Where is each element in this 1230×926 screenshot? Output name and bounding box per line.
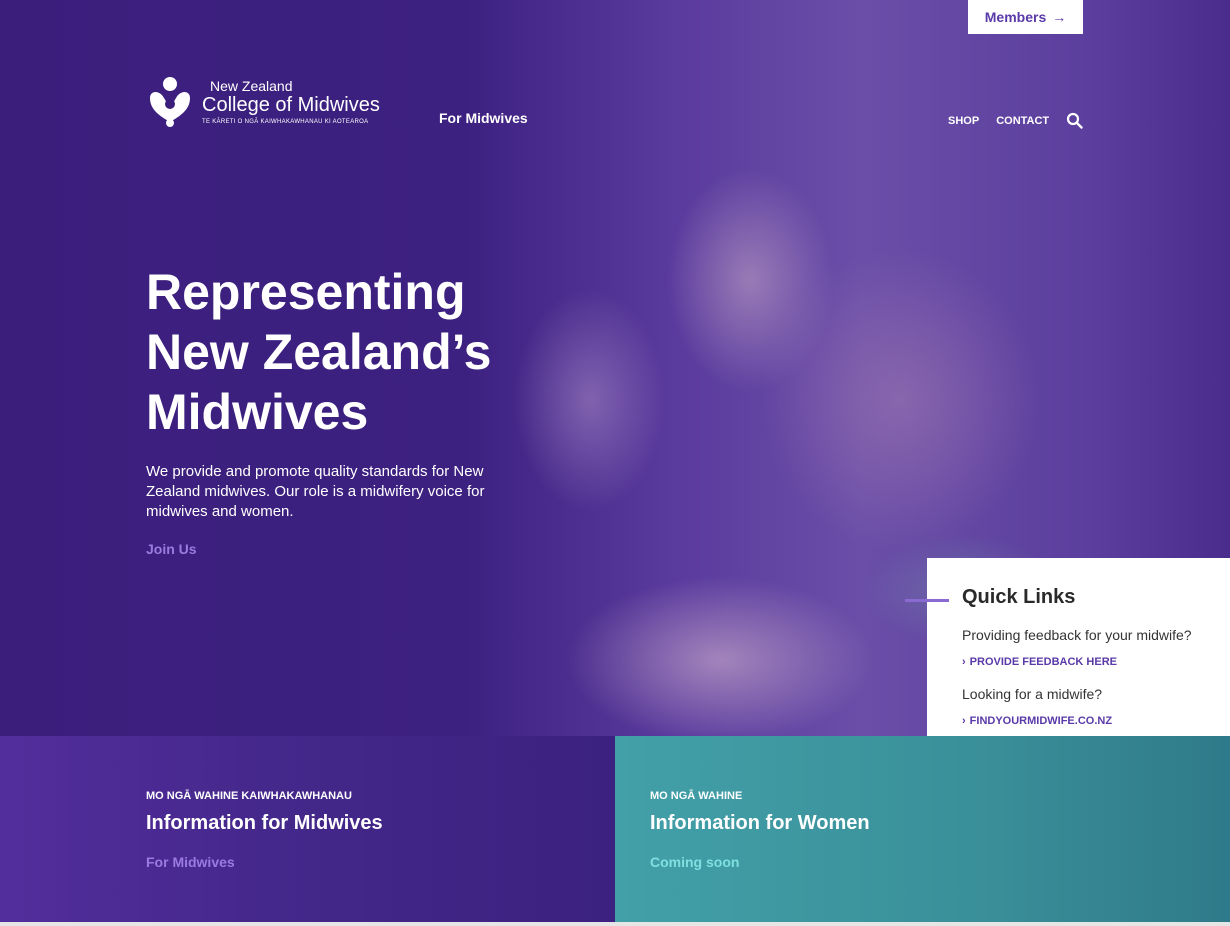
find-your-midwife-link[interactable]: › FINDYOURMIDWIFE.CO.NZ xyxy=(962,715,1230,727)
for-midwives-link[interactable]: For Midwives xyxy=(146,854,235,870)
coming-soon-link[interactable]: Coming soon xyxy=(650,854,739,870)
logo-text: New Zealand College of Midwives TE KĀRET… xyxy=(202,79,380,125)
quick-link-label: PROVIDE FEEDBACK HERE xyxy=(969,656,1117,668)
panel-kicker: MO NGĀ WAHINE xyxy=(650,790,743,802)
quick-link-label: FINDYOURMIDWIFE.CO.NZ xyxy=(969,715,1113,727)
provide-feedback-link[interactable]: › PROVIDE FEEDBACK HERE xyxy=(962,656,1230,668)
panel-heading: Information for Women xyxy=(650,812,870,834)
logo-mark-icon xyxy=(146,76,194,128)
arrow-right-icon: → xyxy=(1052,9,1067,25)
quick-links-dash xyxy=(905,599,949,602)
logo-line-3: TE KĀRETI O NGĀ KAIWHAKAWHANAU KI AOTEAR… xyxy=(202,119,369,125)
quick-links-question: Looking for a midwife? xyxy=(962,686,1103,702)
logo-line-1: New Zealand xyxy=(210,78,293,94)
search-icon[interactable] xyxy=(1066,112,1083,129)
panel-heading: Information for Midwives xyxy=(146,812,383,834)
members-button[interactable]: Members → xyxy=(968,0,1083,34)
chevron-right-icon: › xyxy=(962,656,966,668)
quick-links-question: Providing feedback for your midwife? xyxy=(962,627,1192,643)
quick-links-title: Quick Links xyxy=(962,586,1076,608)
logo-line-2: College of Midwives xyxy=(202,94,380,116)
nav-for-midwives[interactable]: For Midwives xyxy=(439,110,528,126)
join-us-link[interactable]: Join Us xyxy=(146,541,197,557)
hero-title-line-3: Midwives xyxy=(146,384,369,440)
bottom-divider xyxy=(0,922,1230,926)
top-nav: SHOP CONTACT xyxy=(948,112,1083,129)
hero-title-line-2: New Zealand’s xyxy=(146,324,492,380)
hero-title: Representing New Zealand’s Midwives xyxy=(146,262,566,442)
women-panel: MO NGĀ WAHINE Information for Women Comi… xyxy=(615,736,1230,926)
nav-shop[interactable]: SHOP xyxy=(948,115,979,127)
site-logo[interactable]: New Zealand College of Midwives TE KĀRET… xyxy=(146,74,396,130)
chevron-right-icon: › xyxy=(962,715,966,727)
panel-kicker: MO NGĀ WAHINE KAIWHAKAWHANAU xyxy=(146,790,352,802)
nav-contact[interactable]: CONTACT xyxy=(996,115,1049,127)
hero-description: We provide and promote quality standards… xyxy=(146,463,485,520)
midwives-panel: MO NGĀ WAHINE KAIWHAKAWHANAU Information… xyxy=(0,736,615,926)
hero-title-line-1: Representing xyxy=(146,264,466,320)
members-label: Members xyxy=(984,9,1047,25)
